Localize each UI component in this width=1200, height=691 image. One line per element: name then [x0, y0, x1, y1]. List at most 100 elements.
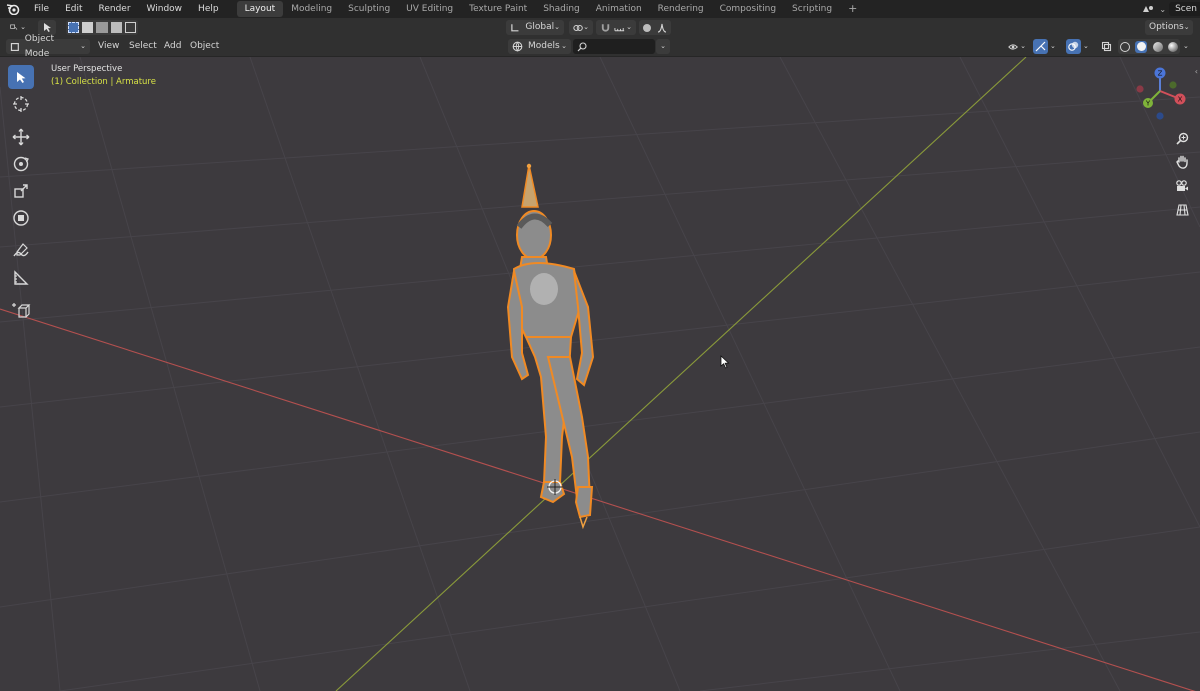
gizmo-dropdown[interactable]: ⌄: [1050, 39, 1056, 54]
annotate-tool[interactable]: [8, 239, 34, 263]
projection-toggle-button[interactable]: [1172, 199, 1192, 221]
select-extend-icon[interactable]: [82, 22, 94, 33]
collection-filter-dropdown[interactable]: Models ⌄: [508, 39, 571, 54]
editor-type-icon: [10, 24, 18, 30]
collection-label: (1) Collection | Armature: [51, 77, 156, 87]
snapping-dropdown[interactable]: ⌄: [596, 20, 636, 35]
select-invert-icon[interactable]: [124, 22, 136, 33]
character-model[interactable]: [506, 163, 595, 530]
blender-logo-icon[interactable]: [0, 0, 26, 18]
gizmo-icon: [1035, 41, 1046, 52]
select-subtract-icon[interactable]: [96, 22, 108, 33]
measure-tool[interactable]: [8, 266, 34, 290]
select-box-icon: [17, 72, 26, 83]
filter-dropdown[interactable]: ⌄: [656, 39, 670, 54]
proportional-toggle-icon[interactable]: [643, 23, 651, 32]
options-label: Options: [1149, 22, 1184, 32]
tab-scripting[interactable]: Scripting: [784, 1, 840, 17]
mode-dropdown[interactable]: Object Mode ⌄: [6, 34, 90, 59]
scale-tool[interactable]: [8, 179, 34, 203]
scale-icon: [14, 184, 28, 198]
eye-icon: [1008, 43, 1018, 50]
solid-shading-icon[interactable]: [1135, 40, 1148, 53]
viewport-info: User Perspective (1) Collection | Armatu…: [51, 63, 156, 89]
search-icon: [577, 41, 587, 51]
tab-compositing[interactable]: Compositing: [712, 1, 784, 17]
viewport-header-top: ⌄ Global ⌄ ⌄ ⌄ Options ⌄: [0, 18, 1200, 37]
camera-view-button[interactable]: [1172, 175, 1192, 197]
tab-sculpting[interactable]: Sculpting: [340, 1, 398, 17]
x-axis-line: [0, 308, 1196, 691]
visibility-dropdown[interactable]: ⌄: [1004, 39, 1030, 54]
scene-icon: [1141, 4, 1155, 14]
pan-button[interactable]: [1172, 151, 1192, 173]
add-cube-icon: [12, 303, 31, 318]
shading-dropdown[interactable]: ⌄: [1183, 39, 1189, 54]
menu-select[interactable]: Select: [129, 39, 157, 54]
move-icon: [12, 128, 30, 146]
tab-shading[interactable]: Shading: [535, 1, 588, 17]
hand-pan-icon: [1175, 155, 1188, 169]
menu-object[interactable]: Object: [190, 39, 219, 54]
perspective-label: User Perspective: [51, 64, 123, 74]
cursor-tool[interactable]: [8, 92, 34, 116]
pivot-point-dropdown[interactable]: ⌄: [569, 20, 593, 35]
menu-render[interactable]: Render: [91, 0, 139, 18]
falloff-curve-icon[interactable]: [657, 23, 667, 33]
overlay-toggle-button[interactable]: [1066, 39, 1081, 54]
zoom-icon: [1175, 132, 1188, 145]
rotate-tool[interactable]: [8, 152, 34, 176]
tab-layout[interactable]: Layout: [236, 1, 284, 17]
move-tool[interactable]: [8, 125, 34, 149]
rendered-shading-icon[interactable]: [1167, 41, 1178, 52]
menu-edit[interactable]: Edit: [57, 0, 90, 18]
options-dropdown[interactable]: Options ⌄: [1145, 20, 1193, 35]
transform-tool[interactable]: [8, 206, 34, 230]
menu-add[interactable]: Add: [164, 39, 181, 54]
navigation-gizmo[interactable]: Z X Y: [1134, 65, 1196, 123]
menu-file[interactable]: File: [26, 0, 57, 18]
3d-viewport[interactable]: User Perspective (1) Collection | Armatu…: [0, 57, 1200, 691]
select-box-tool[interactable]: [8, 65, 34, 89]
scene-name: Scen: [1169, 2, 1200, 16]
xray-toggle-button[interactable]: [1099, 39, 1114, 54]
object-mode-icon: [10, 42, 19, 51]
add-cube-tool[interactable]: [8, 299, 34, 323]
tab-texture-paint[interactable]: Texture Paint: [461, 1, 535, 17]
tab-rendering[interactable]: Rendering: [650, 1, 712, 17]
proportional-editing-group: [639, 20, 671, 35]
overlay-icon: [1068, 41, 1079, 51]
menu-window[interactable]: Window: [139, 0, 191, 18]
gizmo-z-label: Z: [1158, 70, 1163, 78]
cursor-icon: [13, 96, 29, 112]
transform-orientation-dropdown[interactable]: Global ⌄: [506, 20, 564, 35]
pivot-link-icon: [573, 24, 583, 31]
gizmo-toggle-button[interactable]: [1033, 39, 1048, 54]
wireframe-shading-icon[interactable]: [1120, 41, 1130, 52]
search-field[interactable]: [573, 39, 655, 54]
grid-toggle-icon: [1175, 204, 1189, 216]
tab-uv-editing[interactable]: UV Editing: [398, 1, 461, 17]
magnet-icon: [601, 24, 610, 32]
menu-view[interactable]: View: [98, 39, 119, 54]
material-shading-icon[interactable]: [1152, 41, 1163, 52]
rotate-icon: [13, 156, 29, 172]
tab-modeling[interactable]: Modeling: [283, 1, 340, 17]
zoom-button[interactable]: [1172, 127, 1192, 149]
scene-selector[interactable]: ⌄ Scen: [1141, 0, 1200, 18]
tab-animation[interactable]: Animation: [588, 1, 650, 17]
search-input[interactable]: [587, 41, 651, 52]
scene-canvas: [0, 57, 1200, 691]
camera-icon: [1176, 179, 1188, 191]
y-axis-line: [335, 57, 1027, 691]
add-workspace-button[interactable]: +: [840, 1, 865, 17]
menu-help[interactable]: Help: [190, 0, 227, 18]
overlay-dropdown[interactable]: ⌄: [1083, 39, 1089, 54]
sidebar-toggle-icon[interactable]: ‹: [1195, 67, 1198, 76]
transform-orientation-label: Global: [525, 22, 555, 32]
navigation-controls: [1172, 127, 1192, 223]
floor-grid: [0, 57, 1200, 691]
collection-filter-label: Models: [528, 41, 560, 51]
xray-icon: [1101, 41, 1112, 52]
select-intersect-icon[interactable]: [110, 22, 122, 33]
